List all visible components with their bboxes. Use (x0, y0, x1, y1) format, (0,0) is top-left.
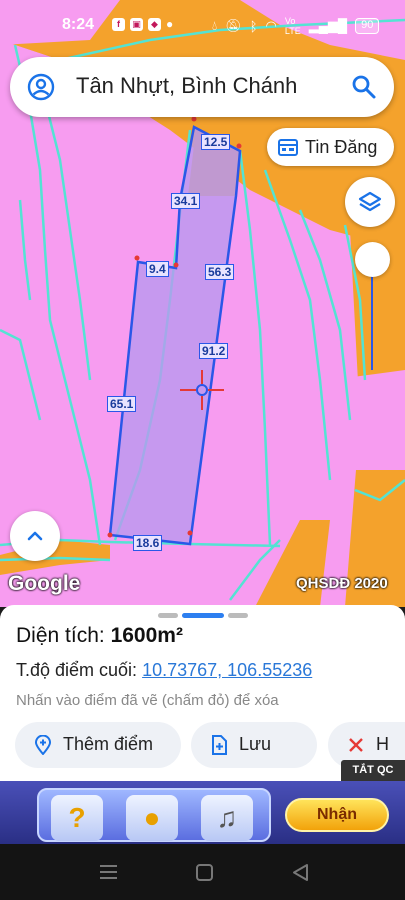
pager-dot[interactable] (158, 613, 178, 618)
result-sheet: Diện tích: 1600m² T.độ điểm cuối: 10.737… (0, 605, 405, 781)
tin-dang-button[interactable]: Tin Đăng (267, 128, 394, 166)
app-icon: ▣ (130, 17, 143, 31)
chevron-up-icon (27, 531, 43, 541)
search-icon[interactable] (350, 73, 378, 101)
coord-link[interactable]: 10.73767, 106.55236 (142, 660, 312, 680)
measurement-label: 18.6 (133, 535, 163, 551)
dot-icon: ● (166, 17, 174, 31)
search-query[interactable]: Tân Nhựt, Bình Chánh (76, 73, 297, 99)
bluetooth-icon: ᛒ (249, 18, 258, 34)
area-value: 1600m² (110, 624, 183, 647)
expand-button[interactable] (10, 511, 60, 561)
water-icon: 💧︎ (212, 18, 218, 33)
close-icon (349, 738, 363, 752)
shield-icon: ◆ (148, 17, 161, 31)
system-icons: 💧︎ 🔕︎ ᛒ ◠ Vo LTE ▂▄▆█ 90 (212, 16, 380, 36)
battery-icon: 90 (355, 18, 380, 34)
sheet-pager[interactable] (158, 613, 248, 618)
hint-text: Nhấn vào điểm đã vẽ (chấm đỏ) để xóa (16, 692, 279, 709)
calendar-icon (278, 139, 298, 156)
notification-icons: f ▣ ◆ ● (112, 17, 173, 31)
layers-button[interactable] (345, 177, 395, 227)
pager-dot-active[interactable] (182, 613, 224, 618)
measurement-label: 9.4 (146, 261, 169, 277)
measurement-label: 91.2 (199, 343, 229, 359)
question-icon: ? (51, 795, 103, 841)
back-icon[interactable] (293, 864, 308, 881)
recents-icon[interactable] (100, 865, 117, 879)
layers-icon (358, 191, 382, 212)
volte-icon: Vo LTE (284, 16, 301, 36)
area-row: Diện tích: 1600m² (16, 624, 183, 648)
save-button[interactable]: Lưu (191, 722, 317, 768)
measurement-label: 34.1 (171, 193, 201, 209)
add-file-icon (212, 735, 227, 755)
signal-icon: ▂▄▆█ (308, 18, 348, 33)
status-bar: 8:24 f ▣ ◆ ● 💧︎ 🔕︎ ᛒ ◠ Vo LTE ▂▄▆█ 90 (0, 0, 405, 52)
mute-icon: 🔕︎ (225, 18, 242, 33)
add-location-icon (34, 735, 52, 755)
tin-dang-label: Tin Đăng (305, 137, 378, 157)
facebook-icon: f (112, 17, 125, 31)
add-point-label: Thêm điểm (63, 734, 154, 754)
ad-claim-button[interactable]: Nhận (285, 798, 389, 832)
pager-dot[interactable] (228, 613, 248, 618)
layer-label: QHSDĐ 2020 (296, 575, 388, 592)
close-ad-button[interactable]: TẮT QC (341, 760, 405, 781)
measurement-label: 65.1 (107, 396, 137, 412)
coord-row: T.độ điểm cuối: 10.73767, 106.55236 (16, 660, 312, 681)
search-bar[interactable]: Tân Nhựt, Bình Chánh (10, 57, 394, 117)
coins-icon: ● (126, 795, 178, 841)
headphones-icon: ♫ (201, 795, 253, 841)
ad-banner[interactable]: ? ● ♫ Nhận (0, 781, 405, 844)
home-icon[interactable] (196, 864, 213, 881)
account-icon[interactable] (27, 73, 55, 101)
save-label: Lưu (239, 734, 272, 754)
ad-panel: ? ● ♫ (37, 788, 271, 842)
wifi-icon: ◠ (265, 18, 277, 33)
area-label: Diện tích: (16, 624, 105, 647)
opacity-slider-knob[interactable] (355, 242, 390, 277)
measurement-label: 56.3 (205, 264, 235, 280)
google-attribution: Google (8, 572, 81, 595)
cancel-label: H (376, 734, 389, 754)
coord-label: T.độ điểm cuối: (16, 660, 138, 680)
measurement-label: 12.5 (201, 134, 231, 150)
navigation-bar (0, 844, 405, 900)
status-time: 8:24 (62, 16, 95, 33)
add-point-button[interactable]: Thêm điểm (15, 722, 181, 768)
